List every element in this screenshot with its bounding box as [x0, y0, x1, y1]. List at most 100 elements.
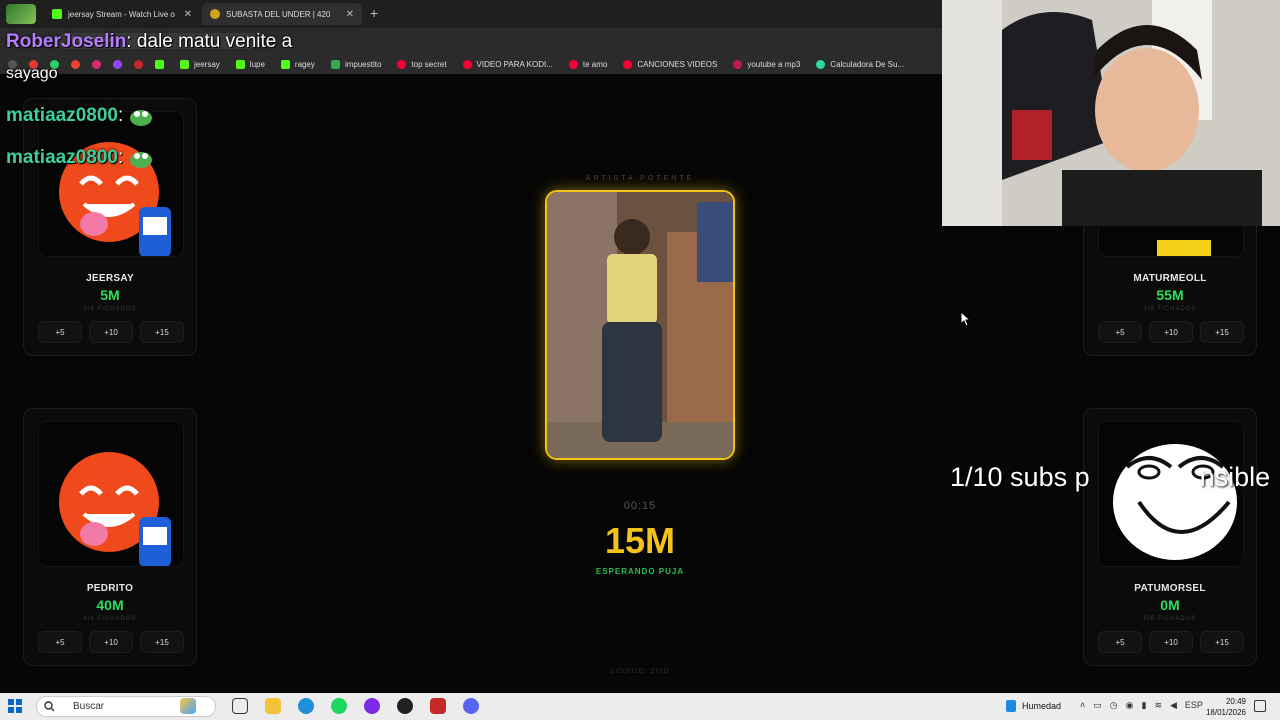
gmail-icon[interactable] — [71, 59, 80, 69]
kick-icon — [52, 9, 62, 19]
bookmark-calculadora[interactable]: Calculadora De Su... — [816, 59, 905, 69]
close-icon[interactable]: ✕ — [346, 9, 354, 20]
tray-app-icon[interactable]: ▭ — [1093, 700, 1102, 711]
bookmark-ragey[interactable]: ragey — [280, 59, 315, 69]
microphone-icon[interactable]: ▮ — [1142, 700, 1147, 711]
file-explorer-icon[interactable] — [265, 698, 281, 714]
bookmark-canciones[interactable]: CANCIONES VIDEOS — [623, 59, 717, 69]
clock[interactable]: 20:49 18/01/2026 — [1196, 696, 1246, 718]
windows-taskbar: Buscar Humedad ˄ ▭ ◷ ◉ ▮ ≋ ◀ ESP 20:49 1… — [0, 693, 1280, 720]
windows-start-icon[interactable] — [8, 699, 22, 713]
bookmark-te-amo[interactable]: te amo — [568, 59, 608, 69]
artist-label: ARTISTA POTENTE — [585, 175, 695, 182]
discord-icon[interactable] — [463, 698, 479, 714]
bid-plus-10-button[interactable]: +10 — [1149, 321, 1193, 343]
globe-icon — [733, 59, 743, 69]
bid-plus-10-button[interactable]: +10 — [89, 631, 133, 653]
weather-widget[interactable]: Humedad — [1006, 700, 1061, 712]
team-fichados: 5/6 FICHADOS — [1143, 616, 1197, 622]
team-amount: 0M — [1160, 597, 1180, 613]
team-name: MATURMEOLL — [1133, 273, 1207, 284]
pepe-emote-icon — [130, 152, 153, 168]
tab-subasta[interactable]: SUBASTA DEL UNDER | 420 ✕ — [202, 3, 362, 25]
bid-status: ESPERANDO PUJA — [595, 567, 685, 576]
bookmarks-bar: jeersay lupe ragey impuestito top secret… — [0, 54, 942, 74]
bookmark-video-kodi[interactable]: VIDEO PARA KODI... — [462, 59, 553, 69]
team-name: JEERSAY — [86, 273, 134, 284]
subs-goal-text-end: nsible — [1199, 462, 1271, 492]
copilot-sparkle-icon[interactable] — [180, 698, 196, 714]
youtube-icon — [397, 59, 407, 69]
chat-message: RoberJoselin: dale matu venite a — [6, 32, 292, 51]
task-view-icon[interactable] — [232, 698, 248, 714]
bid-plus-15-button[interactable]: +15 — [1200, 321, 1244, 343]
team-avatar — [38, 421, 184, 567]
notification-icon[interactable] — [1254, 700, 1266, 712]
team-fichados: 3/6 FICHADOS — [1143, 306, 1197, 312]
chat-message: matiaaz0800: — [6, 106, 153, 126]
mouse-cursor-icon — [960, 311, 972, 327]
chat-username: matiaaz0800 — [6, 147, 118, 169]
obs-icon[interactable] — [397, 698, 413, 714]
instagram-icon[interactable] — [92, 59, 101, 69]
bid-plus-5-button[interactable]: +5 — [1098, 631, 1142, 653]
kick-icon — [155, 59, 164, 69]
tab-jeersay-stream[interactable]: jeersay Stream - Watch Live o ✕ — [44, 3, 200, 25]
bid-plus-15-button[interactable]: +15 — [140, 631, 184, 653]
kick-icon — [180, 59, 189, 69]
twitch-icon[interactable] — [113, 59, 122, 69]
search-icon — [44, 701, 55, 712]
app-icon[interactable] — [6, 4, 36, 24]
team-fichados: 0/6 FICHADOS — [83, 306, 137, 312]
bookmark-label: lupe — [249, 59, 265, 69]
tab-title: SUBASTA DEL UNDER | 420 — [226, 9, 331, 19]
bid-plus-5-button[interactable]: +5 — [1098, 321, 1142, 343]
canva-icon[interactable] — [364, 698, 380, 714]
edge-icon[interactable] — [298, 698, 314, 714]
bookmark-top-secret[interactable]: top secret — [397, 59, 447, 69]
tray-app-icon[interactable]: ◷ — [1110, 700, 1118, 711]
bid-plus-5-button[interactable]: +5 — [38, 321, 82, 343]
team-card-pedrito: PEDRITO 40M 4/6 FICHADOS +5 +10 +15 — [23, 408, 197, 666]
team-amount: 55M — [1156, 287, 1184, 303]
bookmark-label: Calculadora De Su... — [830, 59, 905, 69]
spotify-icon[interactable] — [331, 698, 347, 714]
bookmark-label: ragey — [294, 59, 315, 69]
tab-title: jeersay Stream - Watch Live o — [68, 9, 175, 19]
team-fichados: 4/6 FICHADOS — [83, 616, 137, 622]
bookmark-youtube-mp3[interactable]: youtube a mp3 — [733, 59, 800, 69]
artist-photo-image — [547, 192, 733, 458]
recorder-app-icon[interactable] — [430, 698, 446, 714]
volume-icon[interactable]: ◀ — [1170, 700, 1177, 711]
search-placeholder: Buscar — [73, 701, 105, 712]
browser-tab-bar: jeersay Stream - Watch Live o ✕ SUBASTA … — [0, 0, 942, 28]
bid-plus-15-button[interactable]: +15 — [1200, 631, 1244, 653]
bookmark-icon[interactable] — [134, 59, 143, 69]
current-bid: 15M — [604, 520, 676, 561]
bookmark-label: VIDEO PARA KODI... — [476, 59, 553, 69]
wifi-icon[interactable]: ≋ — [1154, 700, 1162, 711]
bid-plus-10-button[interactable]: +10 — [89, 321, 133, 343]
bookmark-impuestito[interactable]: impuestito — [330, 59, 381, 69]
bid-plus-15-button[interactable]: +15 — [140, 321, 184, 343]
mascot-image — [59, 142, 171, 256]
team-name: PATUMORSEL — [1134, 583, 1206, 594]
troll-face-image — [1113, 444, 1237, 560]
team-avatar — [38, 111, 184, 257]
bookmark-jeersay[interactable]: jeersay — [180, 59, 220, 69]
chevron-up-icon[interactable]: ˄ — [1080, 700, 1085, 711]
close-icon[interactable]: ✕ — [184, 9, 192, 20]
new-tab-button[interactable]: + — [370, 5, 378, 21]
site-favicon-icon — [210, 9, 220, 19]
chat-message-continuation: sayago — [6, 65, 58, 82]
bid-plus-5-button[interactable]: +5 — [38, 631, 82, 653]
tray-app-icon[interactable]: ◉ — [1126, 700, 1134, 711]
bid-plus-10-button[interactable]: +10 — [1149, 631, 1193, 653]
kick-icon — [280, 59, 290, 69]
bookmark-lupe[interactable]: lupe — [235, 59, 265, 69]
bookmark-kick[interactable] — [155, 59, 164, 69]
team-card-jeersay: JEERSAY 5M 0/6 FICHADOS +5 +10 +15 — [23, 98, 197, 356]
bookmark-label: te amo — [582, 59, 608, 69]
youtube-icon — [568, 59, 578, 69]
webcam-feed — [942, 0, 1280, 226]
